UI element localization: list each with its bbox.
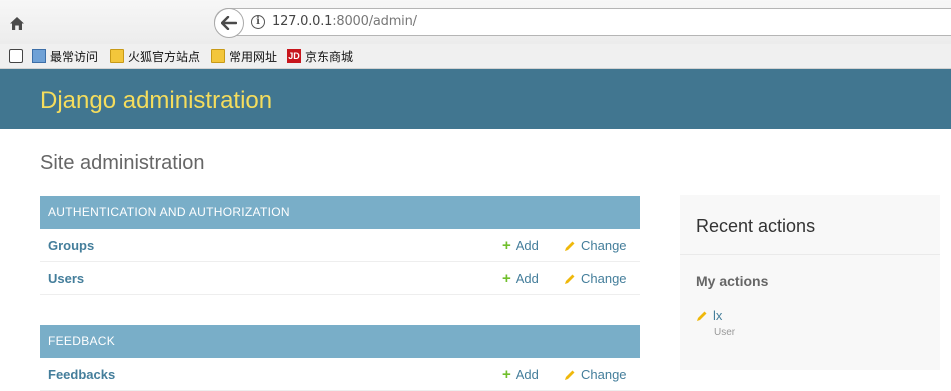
bookmark-common-sites[interactable]: 常用网址 — [211, 47, 277, 65]
bookmarks-bar: 最常访问 火狐官方站点 常用网址 JD 京东商城 — [0, 44, 951, 69]
model-row: Users + Add Change — [40, 262, 640, 295]
bookmark-jd[interactable]: JD 京东商城 — [287, 47, 353, 65]
change-label: Change — [581, 271, 627, 286]
home-button[interactable] — [6, 12, 28, 34]
divider — [680, 254, 940, 255]
change-button[interactable]: Change — [564, 367, 627, 382]
change-button[interactable]: Change — [564, 271, 627, 286]
recent-actions-title: Recent actions — [696, 216, 816, 236]
model-link-groups[interactable]: Groups — [48, 238, 94, 253]
add-button[interactable]: + Add — [502, 367, 539, 382]
module-caption[interactable]: FEEDBACK — [40, 325, 640, 358]
model-link-feedbacks[interactable]: Feedbacks — [48, 367, 115, 382]
plus-icon: + — [502, 366, 511, 383]
url-text[interactable]: 127.0.0.1:8000/admin/ — [272, 14, 417, 29]
recent-action-item: lx — [696, 308, 722, 323]
app-module-auth: AUTHENTICATION AND AUTHORIZATION Groups … — [40, 196, 640, 295]
recent-action-type: User — [714, 327, 736, 338]
pencil-icon — [565, 370, 575, 380]
folder-icon — [110, 49, 124, 63]
add-button[interactable]: + Add — [502, 271, 539, 286]
bookmark-most-visited[interactable]: 最常访问 — [32, 47, 98, 65]
model-row: Groups + Add Change — [40, 229, 640, 262]
folder-icon — [211, 49, 225, 63]
bookmark-firefox-sites[interactable]: 火狐官方站点 — [110, 47, 200, 65]
app-module-feedback: FEEDBACK Feedbacks + Add Change — [40, 325, 640, 391]
module-caption[interactable]: AUTHENTICATION AND AUTHORIZATION — [40, 196, 640, 229]
url-host: 127.0.0.1 — [272, 14, 333, 29]
browser-toolbar: i 127.0.0.1:8000/admin/ — [0, 0, 951, 44]
plus-icon: + — [502, 237, 511, 254]
jd-logo-icon: JD — [287, 49, 301, 63]
pencil-icon — [565, 274, 575, 284]
admin-header: Django administration — [0, 69, 951, 129]
bookmark-label: 最常访问 — [50, 49, 99, 64]
change-label: Change — [581, 367, 627, 382]
model-row: Feedbacks + Add Change — [40, 358, 640, 391]
bookmark-label: 常用网址 — [229, 49, 278, 64]
back-button[interactable] — [214, 8, 244, 38]
reader-icon — [9, 49, 23, 63]
add-button[interactable]: + Add — [502, 238, 539, 253]
home-icon — [10, 16, 24, 30]
bookmark-label: 火狐官方站点 — [128, 49, 201, 64]
pencil-icon — [565, 241, 575, 251]
pencil-icon — [697, 311, 707, 321]
info-icon[interactable]: i — [251, 15, 265, 29]
plus-icon: + — [502, 270, 511, 287]
most-visited-icon — [32, 49, 46, 63]
bookmark-label: 京东商城 — [305, 49, 354, 64]
page-title: Site administration — [40, 152, 205, 174]
add-label: Add — [515, 367, 539, 382]
site-branding[interactable]: Django administration — [40, 87, 272, 115]
add-label: Add — [515, 271, 539, 286]
recent-actions-panel: Recent actions My actions lx User — [680, 195, 940, 370]
url-path: :8000/admin/ — [332, 14, 417, 29]
change-label: Change — [581, 238, 627, 253]
change-button[interactable]: Change — [564, 238, 627, 253]
recent-action-link[interactable]: lx — [713, 308, 722, 323]
model-link-users[interactable]: Users — [48, 271, 84, 286]
add-label: Add — [515, 238, 539, 253]
arrow-left-icon — [221, 16, 237, 30]
my-actions-heading: My actions — [696, 273, 769, 289]
reader-icon-button[interactable] — [9, 47, 27, 65]
